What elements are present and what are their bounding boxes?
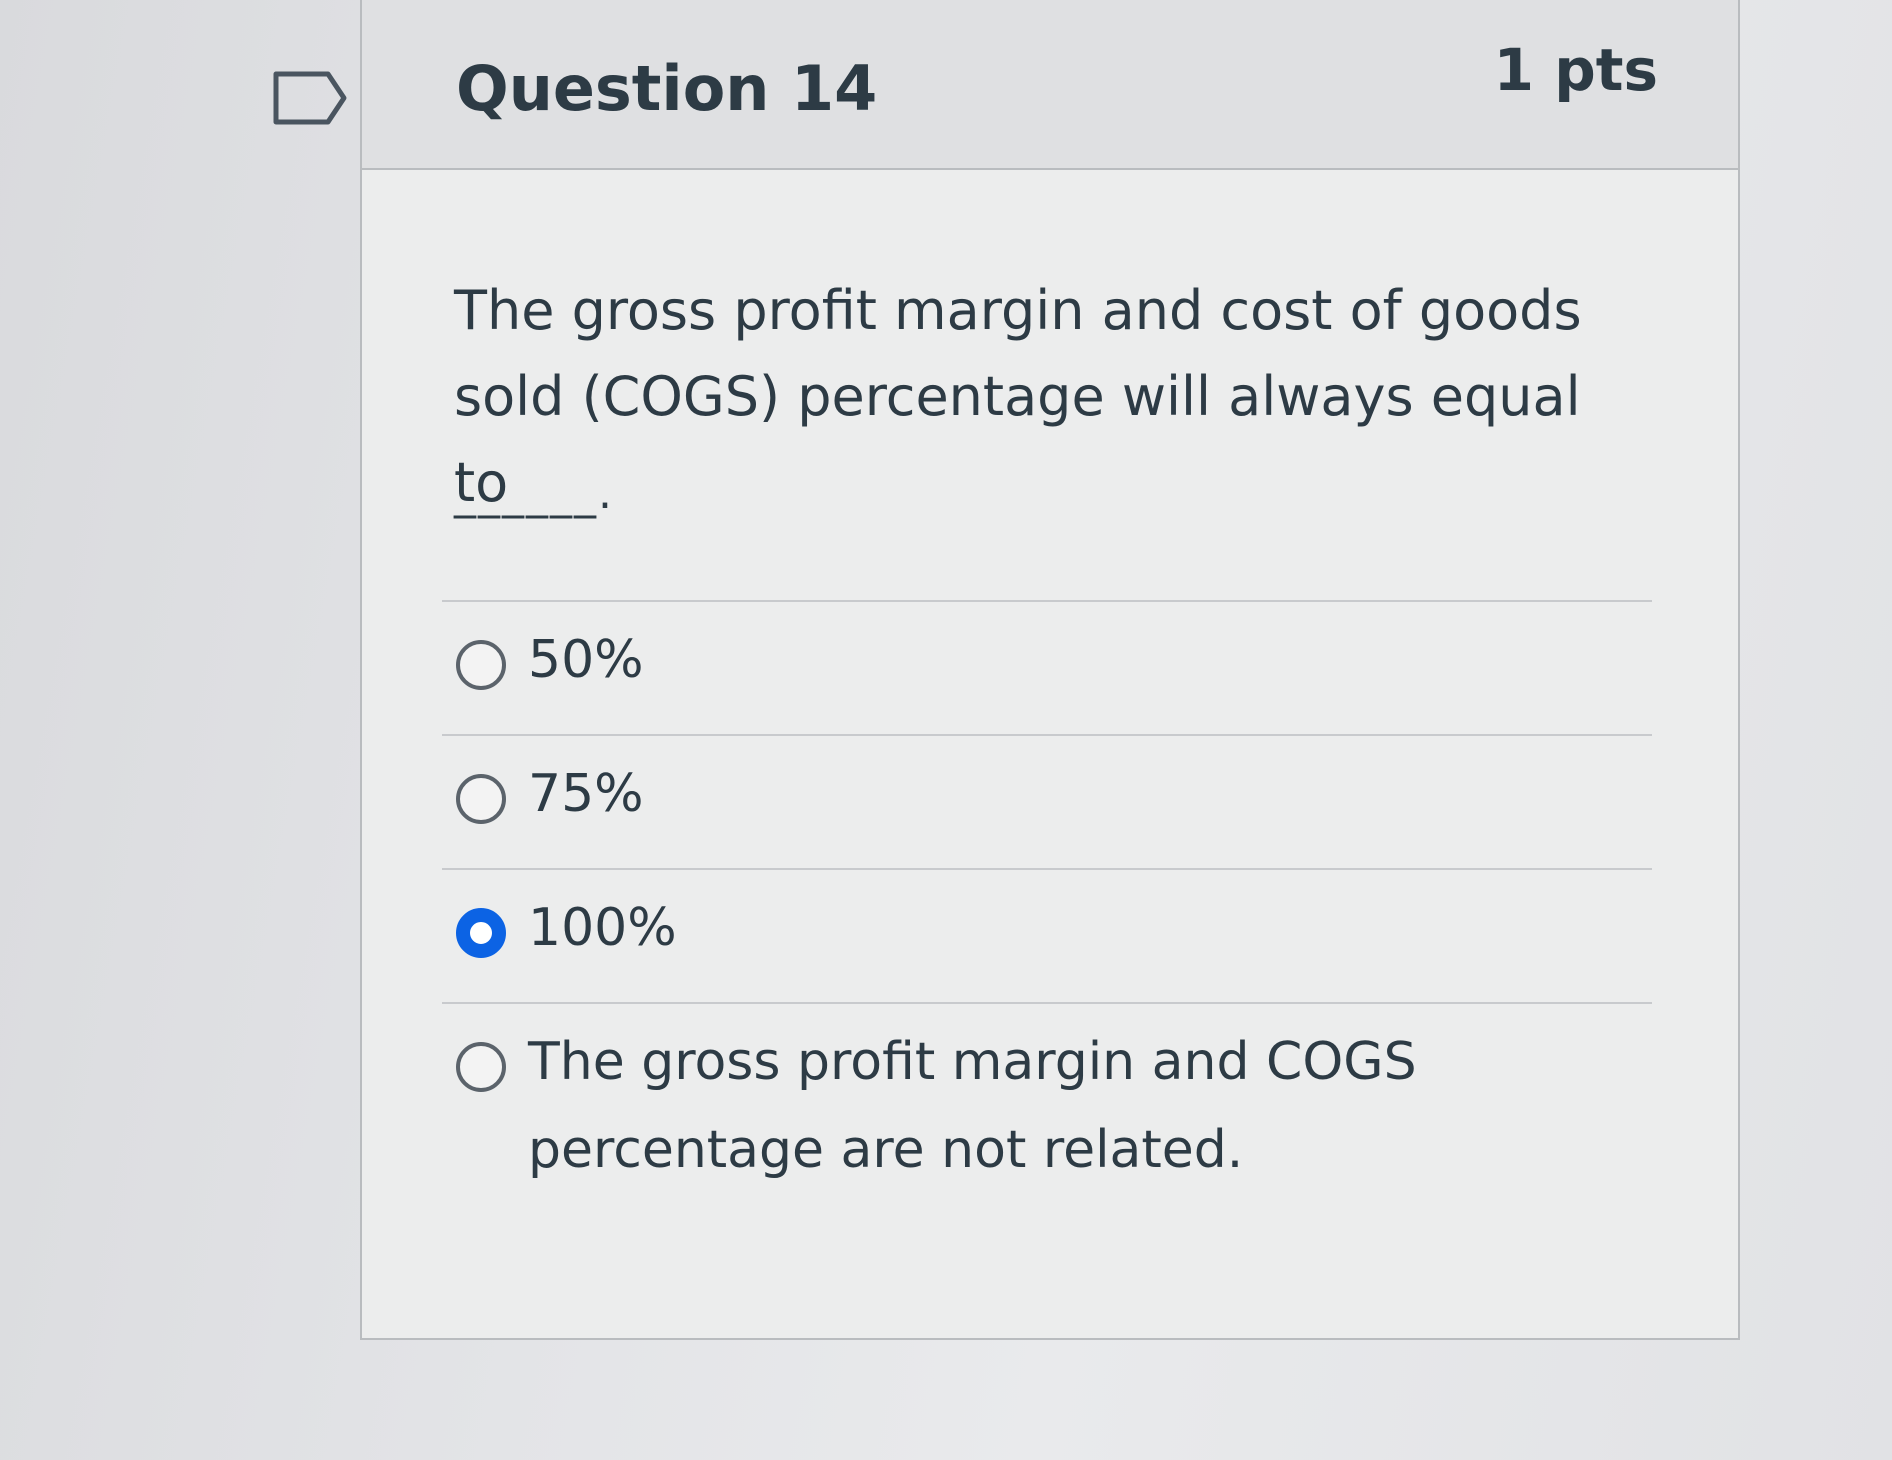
radio-button-selected[interactable]	[456, 908, 506, 958]
answer-label[interactable]: The gross profit margin and COGS percent…	[528, 1018, 1652, 1194]
question-points: 1 pts	[1493, 36, 1658, 104]
radio-button[interactable]	[456, 1042, 506, 1092]
answer-label[interactable]: 50%	[528, 616, 644, 704]
radio-button[interactable]	[456, 640, 506, 690]
answer-option-75[interactable]: 75%	[442, 734, 1652, 868]
question-header: Question 14 1 pts	[362, 0, 1738, 170]
answer-option-100[interactable]: 100%	[442, 868, 1652, 1002]
answer-label[interactable]: 100%	[528, 884, 677, 972]
answer-option-not-related[interactable]: The gross profit margin and COGS percent…	[442, 1002, 1652, 1202]
answer-list: 50% 75% 100% The gross profit margin and…	[442, 600, 1652, 1202]
answer-option-50[interactable]: 50%	[442, 600, 1652, 734]
flag-question-icon[interactable]	[272, 70, 348, 126]
question-blank: ______.	[454, 468, 614, 519]
answer-label[interactable]: 75%	[528, 750, 644, 838]
question-card: Question 14 1 pts The gross profit margi…	[360, 0, 1740, 1340]
question-title: Question 14	[456, 52, 878, 125]
question-text: The gross profit margin and cost of good…	[454, 279, 1582, 514]
radio-button[interactable]	[456, 774, 506, 824]
